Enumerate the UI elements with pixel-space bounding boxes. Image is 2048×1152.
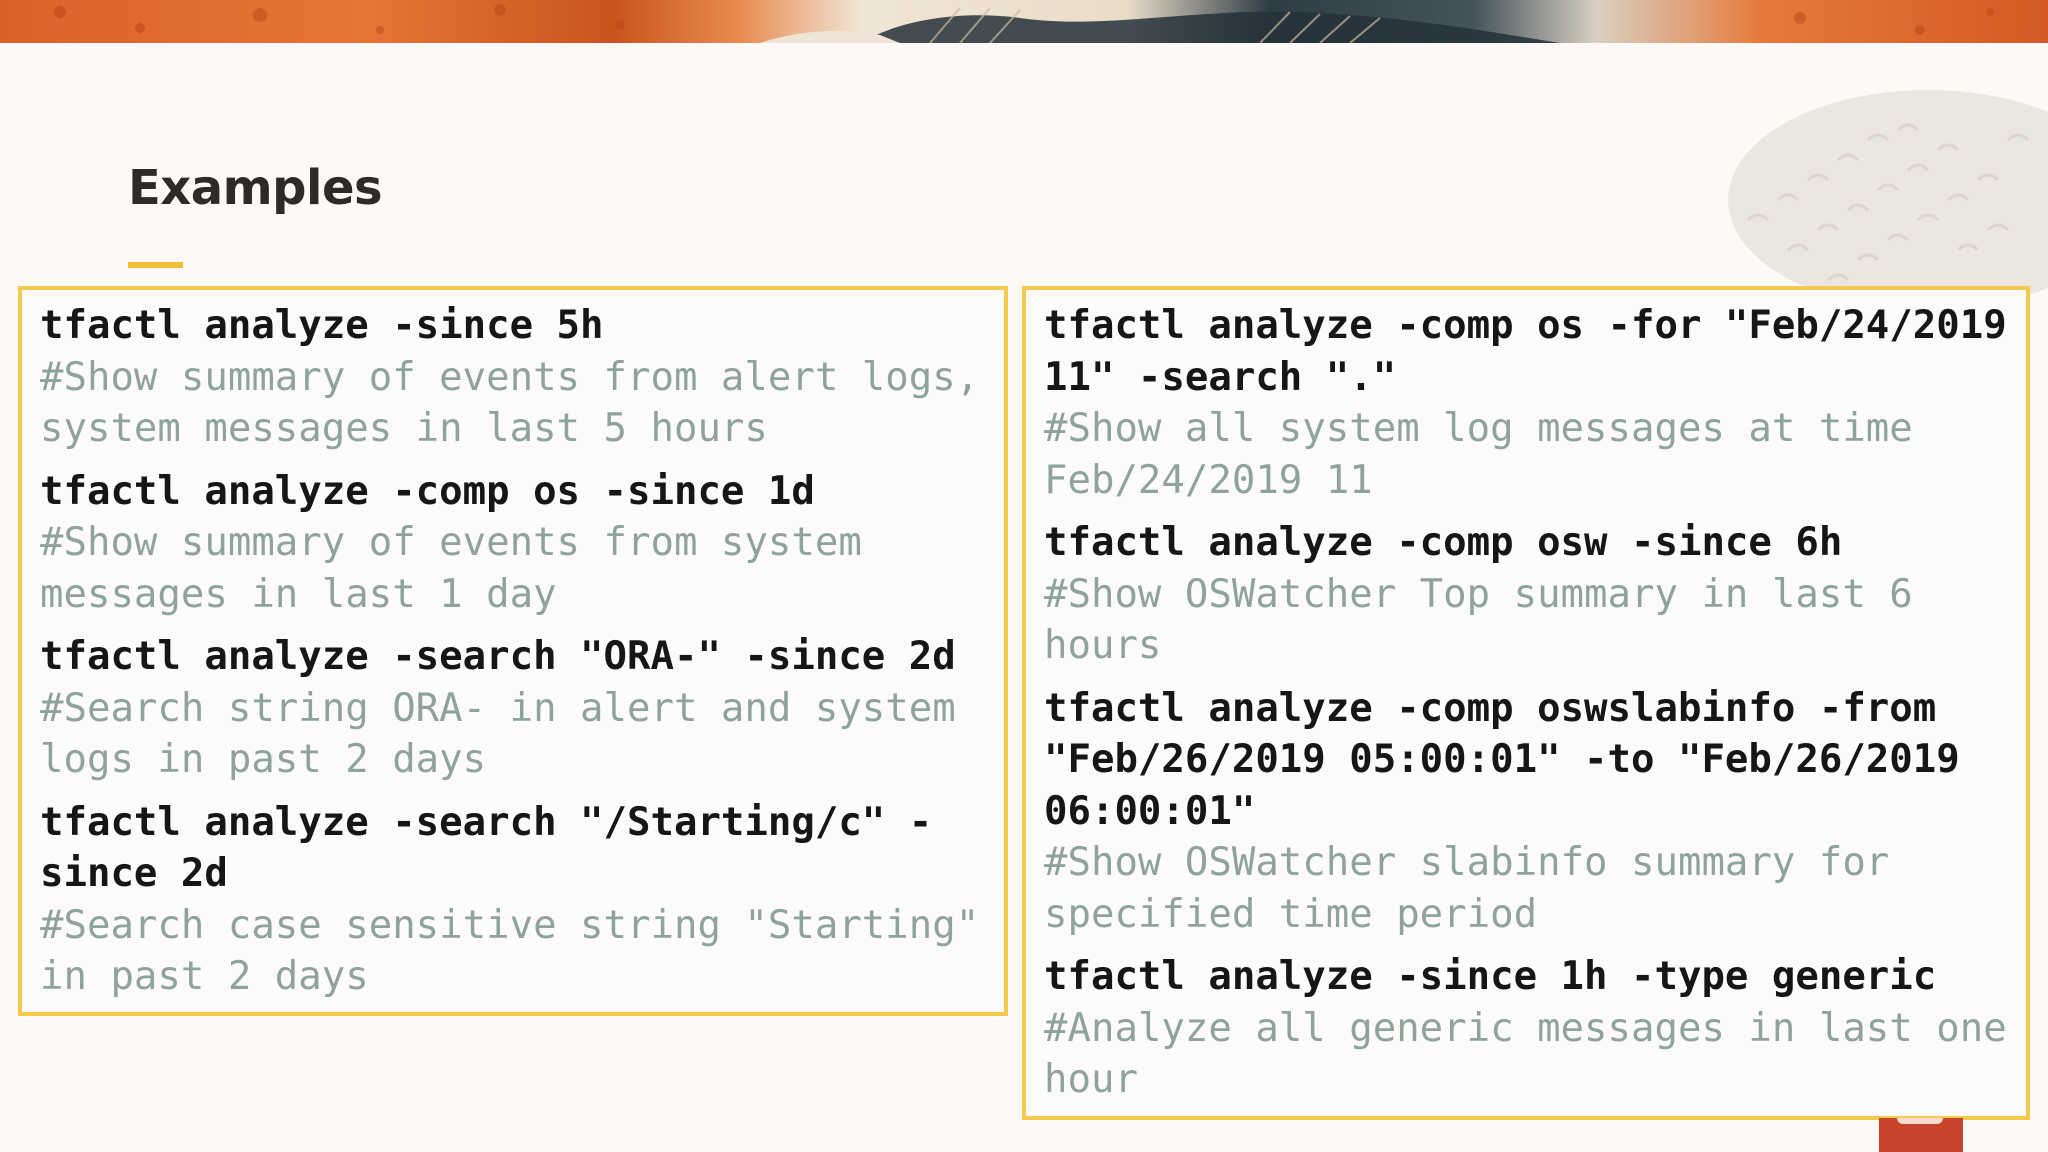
command-comment: #Show all system log messages at time Fe… [1044, 406, 1937, 503]
corner-tab-decoration [1879, 1118, 1963, 1152]
example-item: tfactl analyze -search "/Starting/c" - s… [40, 797, 1004, 1003]
decorative-banner [0, 0, 2048, 43]
banner-texture-graphic [54, 4, 1994, 43]
command-comment: #Search case sensitive string "Starting"… [40, 902, 1003, 1000]
example-item: tfactl analyze -comp oswslabinfo -from "… [1044, 683, 2026, 941]
example-item: tfactl analyze -since 5h #Show summary o… [40, 300, 1004, 455]
command-text: tfactl analyze -comp os -for "Feb/24/201… [1044, 303, 2031, 400]
command-text: tfactl analyze -search "ORA-" -since 2d [40, 634, 956, 679]
command-text: tfactl analyze -since 5h [40, 303, 604, 348]
command-text: tfactl analyze -comp os -since 1d [40, 468, 815, 514]
command-text: tfactl analyze -since 1h -type generic [1044, 954, 1937, 999]
command-comment: #Show summary of events from alert logs,… [40, 354, 1003, 452]
command-comment: #Search string ORA- in alert and system … [40, 685, 980, 783]
examples-panel-left: tfactl analyze -since 5h #Show summary o… [18, 286, 1008, 1016]
example-item: tfactl analyze -comp os -for "Feb/24/201… [1044, 300, 2026, 506]
slide-title: Examples [128, 160, 383, 216]
command-text: tfactl analyze -search "/Starting/c" - s… [40, 799, 956, 897]
example-item: tfactl analyze -search "ORA-" -since 2d … [40, 631, 1004, 786]
command-comment: #Show OSWatcher Top summary in last 6 ho… [1044, 571, 1937, 669]
command-text: tfactl analyze -comp oswslabinfo -from "… [1044, 685, 1984, 834]
command-comment: #Show OSWatcher slabinfo summary for spe… [1044, 840, 1913, 937]
command-comment: #Show summary of events from system mess… [40, 520, 886, 617]
command-comment: #Analyze all generic messages in last on… [1044, 1005, 2031, 1103]
example-item: tfactl analyze -since 1h -type generic #… [1044, 951, 2026, 1106]
example-item: tfactl analyze -comp os -since 1d #Show … [40, 466, 1004, 621]
examples-panel-right: tfactl analyze -comp os -for "Feb/24/201… [1022, 286, 2030, 1120]
corner-tab-notch [1897, 1118, 1943, 1124]
title-underline-accent [128, 262, 183, 268]
command-text: tfactl analyze -comp osw -since 6h [1044, 520, 1843, 565]
example-item: tfactl analyze -comp osw -since 6h #Show… [1044, 517, 2026, 672]
